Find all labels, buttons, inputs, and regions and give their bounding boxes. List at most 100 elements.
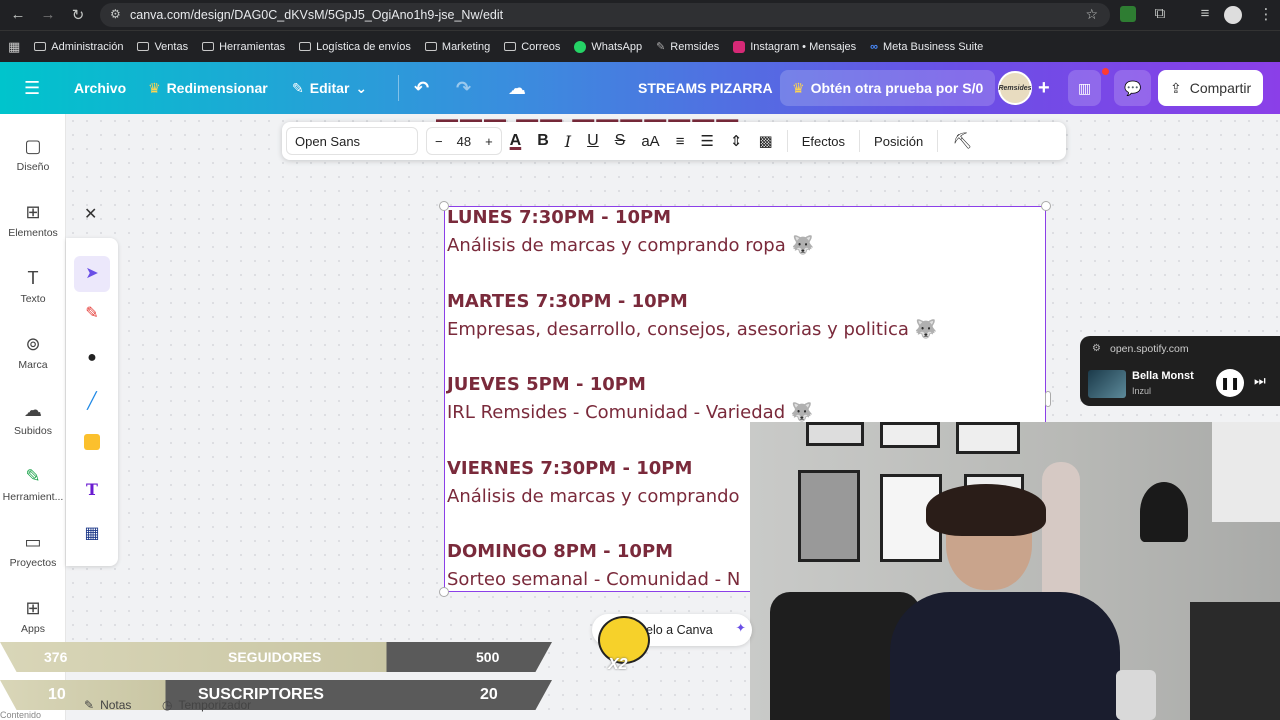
- position-button[interactable]: Posición: [866, 134, 931, 149]
- font-size-value[interactable]: 48: [457, 134, 471, 149]
- paint-format-icon[interactable]: ⛏: [944, 131, 980, 151]
- followers-goal-bar: 376 SEGUIDORES 500: [0, 642, 552, 672]
- album-art: [1088, 370, 1126, 398]
- spacing-icon[interactable]: ⇕: [722, 132, 751, 150]
- analytics-button[interactable]: ▥: [1068, 70, 1102, 106]
- table-icon[interactable]: ▦: [80, 522, 104, 546]
- eraser-icon[interactable]: ●: [80, 346, 104, 370]
- sidebar-item-text[interactable]: T Texto: [0, 268, 66, 305]
- bookmark-folder[interactable]: Administración: [34, 41, 123, 53]
- forward-arrow-icon[interactable]: →: [38, 6, 58, 23]
- hamburger-menu-icon[interactable]: ☰: [24, 62, 40, 114]
- file-menu-label: Archivo: [74, 80, 127, 96]
- share-button[interactable]: ⇪ Compartir: [1158, 70, 1264, 106]
- sidebar-item-apps[interactable]: ⊞ Apps: [0, 598, 66, 635]
- close-panel-icon[interactable]: ✕: [84, 204, 97, 224]
- apps-grid-icon[interactable]: ▦: [8, 39, 20, 55]
- next-track-icon[interactable]: ⏭: [1254, 373, 1266, 389]
- text-tool-icon[interactable]: T: [80, 478, 104, 502]
- case-icon[interactable]: aA: [633, 133, 667, 150]
- canva-chip-label: elo a Canva: [646, 623, 713, 637]
- undo-icon[interactable]: ↶: [414, 62, 429, 114]
- resize-handle[interactable]: [1045, 391, 1051, 407]
- bookmark-label: WhatsApp: [591, 40, 643, 53]
- bookmark-label: Instagram • Mensajes: [750, 40, 857, 53]
- footer-label: Contenido: [0, 710, 42, 720]
- font-size-stepper[interactable]: − 48 +: [426, 127, 502, 155]
- resize-handle[interactable]: [1041, 201, 1051, 211]
- pause-icon[interactable]: ❚❚: [1216, 369, 1244, 397]
- brand-icon: ⊚: [25, 334, 41, 354]
- back-arrow-icon[interactable]: ←: [8, 6, 28, 23]
- folder-icon: [299, 42, 312, 51]
- pen-icon[interactable]: ✎: [80, 302, 104, 326]
- resize-handle[interactable]: [439, 201, 449, 211]
- spotify-mini-player[interactable]: ⚙ open.spotify.com Bella Monst Inzul ❚❚ …: [1080, 336, 1280, 406]
- resize-button[interactable]: ♛ Redimensionar: [148, 62, 268, 114]
- user-avatar[interactable]: Remsides: [998, 71, 1032, 105]
- sidebar-item-projects[interactable]: ▭ Proyectos: [0, 532, 66, 569]
- font-family-select[interactable]: Open Sans: [286, 127, 418, 155]
- sidebar-item-uploads[interactable]: ☁ Subidos: [0, 400, 66, 437]
- wall-poster: [1212, 422, 1280, 522]
- profile-avatar[interactable]: [1224, 6, 1242, 24]
- sidebar-item-tools[interactable]: ✎ Herramient...: [0, 466, 66, 503]
- bookmark-folder[interactable]: Correos: [504, 41, 560, 53]
- site-settings-icon[interactable]: ⚙: [110, 7, 121, 21]
- bold-icon[interactable]: B: [529, 132, 557, 150]
- schedule-description: Análisis de marcas y comprando: [447, 486, 740, 507]
- bookmark-link[interactable]: ∞ Meta Business Suite: [870, 41, 983, 53]
- bookmark-star-icon[interactable]: ☆: [1085, 6, 1098, 23]
- italic-icon[interactable]: I: [557, 132, 579, 151]
- notes-icon: ✎: [84, 698, 95, 712]
- trial-button[interactable]: ♛ Obtén otra prueba por S/0: [780, 70, 996, 106]
- schedule-day: LUNES 7:30PM - 10PM: [447, 207, 672, 228]
- timer-button[interactable]: ◷ Temporizador: [162, 698, 251, 712]
- meta-icon: ∞: [870, 40, 878, 53]
- sidebar-item-design[interactable]: ▢ Diseño: [0, 136, 66, 173]
- transparency-icon[interactable]: ▩: [751, 132, 781, 150]
- reload-icon[interactable]: ↻: [68, 6, 88, 24]
- align-left-icon[interactable]: ≡: [668, 133, 693, 150]
- bookmark-link[interactable]: Instagram • Mensajes: [733, 40, 857, 53]
- left-sidebar: ▢ Diseño ⊞ Elementos T Texto ⊚ Marca ☁ Subido…: [0, 114, 66, 720]
- file-menu-button[interactable]: Archivo: [74, 62, 126, 114]
- menu-dots-icon[interactable]: ⋮: [1256, 5, 1276, 23]
- underline-icon[interactable]: U: [579, 132, 607, 150]
- sidebar-item-brand[interactable]: ⊚ Marca: [0, 334, 66, 371]
- extension-icon[interactable]: [1120, 6, 1136, 22]
- resize-label: Redimensionar: [166, 80, 268, 96]
- bookmark-link[interactable]: ✎ Remsides: [656, 40, 719, 54]
- list-icon[interactable]: ☰: [692, 132, 721, 150]
- schedule-description: Sorteo semanal - Comunidad - N: [447, 569, 741, 590]
- sidebar-item-elements[interactable]: ⊞ Elementos: [0, 202, 66, 239]
- notes-button[interactable]: ✎ Notas: [84, 698, 131, 712]
- media-icon[interactable]: ≡: [1195, 5, 1215, 22]
- sticky-note-icon[interactable]: [80, 434, 104, 458]
- text-color-icon[interactable]: A: [502, 132, 530, 150]
- resize-handle[interactable]: [439, 587, 449, 597]
- bookmark-folder[interactable]: Ventas: [137, 41, 188, 53]
- effects-button[interactable]: Efectos: [794, 134, 853, 149]
- cloud-saved-icon[interactable]: ☁: [508, 62, 526, 114]
- skateboard: [1042, 462, 1080, 612]
- select-cursor-icon[interactable]: ➤: [74, 256, 110, 292]
- add-collaborator-icon[interactable]: +: [1038, 62, 1050, 114]
- extensions-puzzle-icon[interactable]: ⧉: [1150, 5, 1170, 22]
- whatsapp-icon: [574, 40, 587, 53]
- bookmark-link[interactable]: WhatsApp: [574, 40, 643, 53]
- bookmark-folder[interactable]: Marketing: [424, 41, 490, 53]
- strikethrough-icon[interactable]: S: [607, 132, 634, 150]
- address-bar[interactable]: ⚙ canva.com/design/DAG0C_dKVsM/5GpJ5_Ogi…: [100, 3, 1110, 27]
- line-icon[interactable]: ╱: [80, 390, 104, 414]
- folder-icon: [202, 42, 215, 51]
- redo-icon[interactable]: ↷: [456, 62, 471, 114]
- design-title[interactable]: STREAMS PIZARRA: [638, 62, 773, 114]
- comments-button[interactable]: 💬: [1114, 70, 1152, 106]
- design-title-text: STREAMS PIZARRA: [638, 80, 773, 96]
- bookmark-folder[interactable]: Herramientas: [202, 41, 285, 53]
- increase-size-icon[interactable]: +: [485, 134, 493, 149]
- bookmark-folder[interactable]: Logística de envíos: [299, 41, 411, 53]
- decrease-size-icon[interactable]: −: [435, 134, 443, 149]
- edit-menu-button[interactable]: ✎ Editar ⌄: [292, 62, 367, 114]
